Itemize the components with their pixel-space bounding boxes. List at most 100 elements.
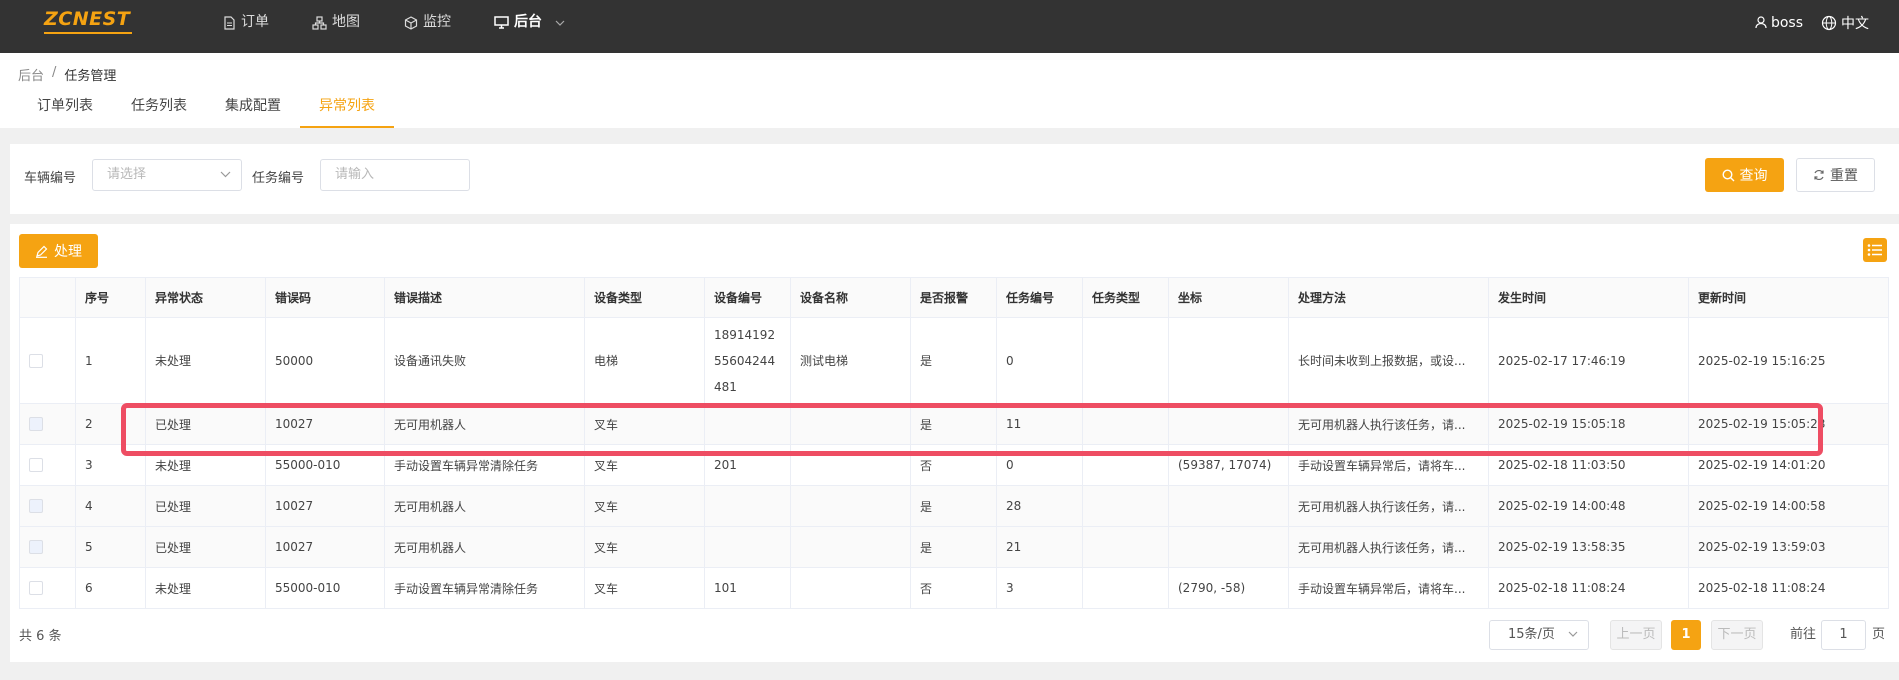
- vehicle-number-select[interactable]: 请选择: [92, 159, 242, 191]
- cell-handling-method: 长时间未收到上报数据，或设...: [1288, 317, 1489, 404]
- cell-device-type: 叉车: [584, 403, 705, 445]
- cell-device-number: 201: [704, 444, 791, 486]
- exception-list-panel: 处理 序号 异常状态 错误码 错误描述 设备类型 设备编号 设备名称 是否报警 …: [10, 224, 1899, 662]
- cell-task-number: 28: [996, 485, 1083, 527]
- row-checkbox[interactable]: [29, 353, 43, 368]
- column-settings-button[interactable]: [1863, 238, 1887, 262]
- cell-device-type: 电梯: [584, 317, 705, 404]
- cell-update-time: 2025-02-19 14:00:58: [1688, 485, 1889, 527]
- row-checkbox[interactable]: [29, 581, 43, 596]
- cell-index: 5: [75, 526, 146, 568]
- column-header: 任务类型: [1082, 277, 1169, 318]
- tab-order-list[interactable]: 订单列表: [18, 93, 112, 128]
- cell-occur-time: 2025-02-19 15:05:18: [1488, 403, 1689, 445]
- cell-task-type: [1082, 485, 1169, 527]
- cell-occur-time: 2025-02-19 13:58:35: [1488, 526, 1689, 568]
- column-header: 更新时间: [1688, 277, 1889, 318]
- row-checkbox[interactable]: [29, 458, 43, 473]
- table-header-row: 序号 异常状态 错误码 错误描述 设备类型 设备编号 设备名称 是否报警 任务编…: [19, 277, 1889, 318]
- cell-task-number: 0: [996, 317, 1083, 404]
- cell-error-code: 55000-010: [265, 567, 385, 609]
- page-size-value: 15条/页: [1508, 627, 1555, 642]
- task-number-input[interactable]: 请输入: [320, 159, 470, 191]
- cell-error-code: 50000: [265, 317, 385, 404]
- table-row[interactable]: 3 未处理 55000-010 手动设置车辆异常清除任务 叉车 201 否 0 …: [19, 444, 1889, 486]
- table-row[interactable]: 2 已处理 10027 无可用机器人 叉车 是 11 无可用机器人执行该任务，请…: [19, 403, 1889, 445]
- row-select-cell: [19, 526, 76, 568]
- column-header: 设备名称: [790, 277, 911, 318]
- cell-handling-method: 手动设置车辆异常后，请将车...: [1288, 567, 1489, 609]
- row-checkbox: [29, 540, 43, 555]
- cell-device-name: [790, 567, 911, 609]
- row-checkbox: [29, 499, 43, 514]
- cell-coordinate: (59387, 17074): [1168, 444, 1289, 486]
- column-header: 异常状态: [145, 277, 266, 318]
- cell-error-desc: 设备通讯失败: [384, 317, 585, 404]
- nav-item-map[interactable]: 地图: [312, 0, 360, 45]
- goto-label: 前往: [1790, 627, 1817, 642]
- cell-task-number: 21: [996, 526, 1083, 568]
- tab-task-list[interactable]: 任务列表: [112, 93, 206, 128]
- cell-device-name: [790, 403, 911, 445]
- table-row[interactable]: 1 未处理 50000 设备通讯失败 电梯 189141925560424448…: [19, 317, 1889, 404]
- cell-task-number: 0: [996, 444, 1083, 486]
- query-button-label: 查询: [1739, 168, 1768, 184]
- username: boss: [1770, 14, 1803, 31]
- cell-alarm: 否: [910, 444, 997, 486]
- row-select-cell: [19, 567, 76, 609]
- cell-status: 已处理: [145, 485, 266, 527]
- top-nav-bar: ZCNEST 订单 地图 监控 后台 boss 中文: [0, 0, 1899, 53]
- cell-device-name: [790, 485, 911, 527]
- cell-device-number: [704, 485, 791, 527]
- breadcrumb-root[interactable]: 后台: [18, 65, 44, 84]
- table-row[interactable]: 4 已处理 10027 无可用机器人 叉车 是 28 无可用机器人执行该任务，请…: [19, 485, 1889, 527]
- reset-button[interactable]: 重置: [1796, 158, 1875, 192]
- prev-page-button[interactable]: 上一页: [1610, 620, 1662, 650]
- query-button[interactable]: 查询: [1705, 158, 1784, 192]
- language-switcher[interactable]: 中文: [1821, 13, 1869, 33]
- next-page-button[interactable]: 下一页: [1711, 620, 1763, 650]
- refresh-icon: [1814, 169, 1824, 181]
- cell-alarm: 是: [910, 526, 997, 568]
- sitemap-icon: [312, 15, 327, 30]
- cell-device-type: 叉车: [584, 485, 705, 527]
- task-number-placeholder: 请输入: [335, 167, 375, 182]
- cell-error-code: 10027: [265, 485, 385, 527]
- nav-item-orders[interactable]: 订单: [223, 0, 269, 45]
- handle-button[interactable]: 处理: [19, 234, 98, 268]
- nav-item-label: 后台: [514, 14, 542, 30]
- page-size-select[interactable]: 15条/页: [1489, 620, 1589, 650]
- cell-alarm: 是: [910, 317, 997, 404]
- nav-item-backend[interactable]: 后台: [494, 0, 565, 45]
- table-row[interactable]: 6 未处理 55000-010 手动设置车辆异常清除任务 叉车 101 否 3 …: [19, 567, 1889, 609]
- row-select-cell: [19, 403, 76, 445]
- cell-handling-method: 手动设置车辆异常后，请将车...: [1288, 444, 1489, 486]
- user-area: boss 中文: [1755, 0, 1869, 45]
- cell-handling-method: 无可用机器人执行该任务，请...: [1288, 485, 1489, 527]
- monitor-icon: [494, 16, 509, 29]
- tab-integration-config[interactable]: 集成配置: [206, 93, 300, 128]
- chevron-down-icon: [1568, 631, 1578, 637]
- cell-index: 3: [75, 444, 146, 486]
- brand-logo-text: ZCNEST: [44, 8, 131, 30]
- cube-icon: [404, 15, 418, 30]
- brand-logo[interactable]: ZCNEST: [44, 8, 134, 34]
- cell-task-type: [1082, 403, 1169, 445]
- cell-update-time: 2025-02-19 15:05:23: [1688, 403, 1889, 445]
- nav-item-monitor[interactable]: 监控: [404, 0, 451, 45]
- cell-handling-method: 无可用机器人执行该任务，请...: [1288, 526, 1489, 568]
- tab-exception-list[interactable]: 异常列表: [300, 93, 394, 128]
- cell-device-name: [790, 444, 911, 486]
- user-menu[interactable]: boss: [1755, 15, 1803, 31]
- goto-page-input[interactable]: 1: [1821, 620, 1866, 650]
- cell-alarm: 是: [910, 485, 997, 527]
- cell-alarm: 否: [910, 567, 997, 609]
- user-icon: [1755, 16, 1767, 29]
- logo-underline: [44, 32, 132, 34]
- globe-icon: [1821, 15, 1837, 30]
- table-row[interactable]: 5 已处理 10027 无可用机器人 叉车 是 21 无可用机器人执行该任务，请…: [19, 526, 1889, 568]
- cell-update-time: 2025-02-19 14:01:20: [1688, 444, 1889, 486]
- page-number-current[interactable]: 1: [1671, 620, 1701, 650]
- column-header: 设备编号: [704, 277, 791, 318]
- column-header: 错误描述: [384, 277, 585, 318]
